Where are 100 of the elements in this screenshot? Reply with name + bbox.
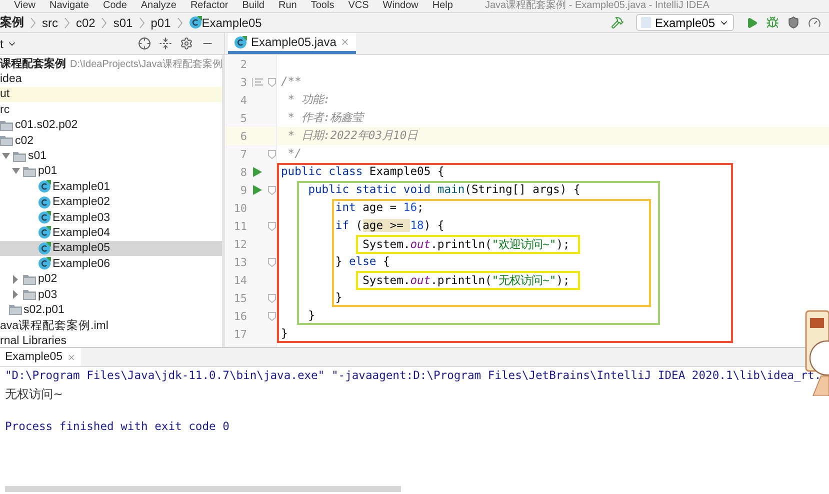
code-line: }: [335, 291, 342, 305]
menu-item[interactable]: Run: [278, 0, 297, 12]
breadcrumb[interactable]: p01: [150, 16, 171, 30]
hammer-icon[interactable]: [610, 16, 624, 29]
folder-icon: [0, 135, 13, 146]
line-number: 10: [232, 202, 247, 214]
run-icon[interactable]: [746, 16, 758, 28]
breadcrumb[interactable]: src: [42, 16, 58, 30]
tree-item[interactable]: p01: [0, 164, 222, 180]
menu-item[interactable]: VCS: [348, 0, 369, 12]
tree-item[interactable]: Example02: [0, 194, 222, 210]
tree-item[interactable]: rnal Libraries: [0, 333, 222, 347]
line-number: 8: [239, 166, 247, 178]
expand-arrow-icon[interactable]: [10, 167, 23, 176]
tree-item[interactable]: ut: [0, 86, 222, 102]
breadcrumb[interactable]: s01: [113, 16, 133, 30]
tree-item[interactable]: s01: [0, 148, 222, 164]
menu-item[interactable]: Code: [102, 0, 127, 12]
menu-item[interactable]: Window: [382, 0, 418, 12]
console-line: "D:\Program Files\Java\jdk-11.0.7\bin\java.exe" "-javaagent:D:\Program Files\JetBrains\IntelliJ IDEA 2020.1\lib\idea_rt.: [5, 369, 822, 384]
folder-icon: [8, 304, 22, 316]
tree-item[interactable]: idea: [0, 71, 222, 87]
menu-item[interactable]: Analyze: [140, 0, 176, 12]
tree-item[interactable]: Example06: [0, 256, 222, 272]
tree-item[interactable]: c02: [0, 132, 222, 148]
console-line: Process finished with exit code 0: [5, 420, 230, 435]
breadcrumb[interactable]: 案例: [0, 14, 24, 31]
menu-item[interactable]: Build: [242, 0, 264, 12]
folder-icon: [0, 120, 13, 131]
folder-icon: [23, 166, 36, 177]
console-line: 无权访问~: [5, 386, 64, 403]
collapse-icon[interactable]: [159, 37, 172, 50]
fold-icon[interactable]: [268, 150, 276, 158]
code-line: if (age >= 18) {: [335, 219, 444, 233]
run-tab[interactable]: Example05: [0, 348, 81, 366]
fold-icon[interactable]: [268, 222, 276, 230]
tree-item[interactable]: Example01: [0, 179, 222, 195]
gauge-icon[interactable]: [808, 16, 821, 29]
chevron-icon: [138, 16, 145, 28]
shield-icon[interactable]: [787, 16, 800, 29]
line-number: 16: [232, 310, 247, 322]
close-icon[interactable]: [66, 352, 76, 362]
folder-icon: [13, 150, 26, 162]
line-number: 5: [239, 112, 247, 124]
run-configuration-dropdown[interactable]: Example05: [636, 14, 734, 31]
fold-icon[interactable]: [268, 186, 276, 194]
runnable-class-icon: [188, 16, 202, 29]
tree-item[interactable]: p03: [0, 286, 222, 302]
panel-title[interactable]: t: [0, 36, 4, 50]
menu-item[interactable]: Refactor: [190, 0, 228, 12]
chevron-icon: [64, 16, 70, 28]
runnable-class-icon: [38, 180, 50, 194]
code-line: }: [281, 327, 288, 341]
menu-item[interactable]: Tools: [310, 0, 334, 12]
line-number: 12: [232, 238, 247, 250]
fold-icon[interactable]: [268, 78, 276, 86]
line-number: 9: [239, 184, 247, 196]
tree-item[interactable]: rc: [0, 102, 222, 118]
settings-icon[interactable]: [180, 37, 193, 50]
line-number: 6: [239, 130, 247, 142]
editor-tab[interactable]: Example05.java: [228, 33, 356, 54]
line-number: 17: [232, 328, 247, 340]
menu-item[interactable]: View: [14, 0, 36, 12]
line-number: 2: [239, 58, 247, 70]
runnable-class-icon: [38, 211, 50, 224]
fold-icon[interactable]: [268, 258, 276, 266]
bug-icon[interactable]: [766, 16, 779, 29]
code-line: }: [308, 309, 315, 323]
tree-item[interactable]: Example03: [0, 210, 222, 226]
code-line: public class Example05 {: [281, 165, 444, 179]
chevron-icon: [30, 16, 36, 28]
close-icon[interactable]: [340, 37, 350, 47]
line-number: 14: [232, 274, 247, 286]
horizontal-scrollbar[interactable]: [5, 486, 401, 492]
expand-arrow-icon[interactable]: [0, 152, 13, 160]
line-number: 3: [239, 76, 247, 88]
tree-item[interactable]: 课程配套案例 D:\IdeaProjects\Java课程配套案例: [0, 56, 222, 72]
code-line: int age = 16;: [335, 201, 424, 215]
crosshair-icon[interactable]: [138, 37, 151, 50]
line-number: 4: [239, 94, 247, 106]
breadcrumb[interactable]: c02: [76, 16, 96, 30]
folder-icon: [23, 274, 36, 285]
code-line: * 作者:杨鑫莹: [286, 111, 364, 125]
breadcrumb[interactable]: Example05: [202, 16, 262, 30]
code-line: public static void main(String[] args) {: [308, 183, 580, 197]
tree-item[interactable]: p02: [0, 271, 222, 287]
tree-item[interactable]: Example04: [0, 225, 222, 241]
chevron-icon: [101, 16, 108, 28]
runnable-class-icon: [38, 226, 50, 240]
tree-item[interactable]: ava课程配套案例.iml: [0, 318, 222, 334]
tree-item[interactable]: Example05: [0, 240, 222, 256]
menu-item[interactable]: Navigate: [50, 0, 89, 12]
code-line: */: [286, 147, 302, 161]
menu-item[interactable]: Help: [432, 0, 453, 12]
runnable-class-icon: [234, 36, 247, 48]
tree-item[interactable]: c01.s02.p02: [0, 118, 222, 133]
folder-icon: [23, 289, 36, 300]
project-path: D:\IdeaProjects\Java课程配套案例: [70, 58, 222, 71]
code-line: * 日期:2022年03月10日: [286, 129, 418, 143]
tree-item[interactable]: s02.p01: [0, 302, 222, 318]
